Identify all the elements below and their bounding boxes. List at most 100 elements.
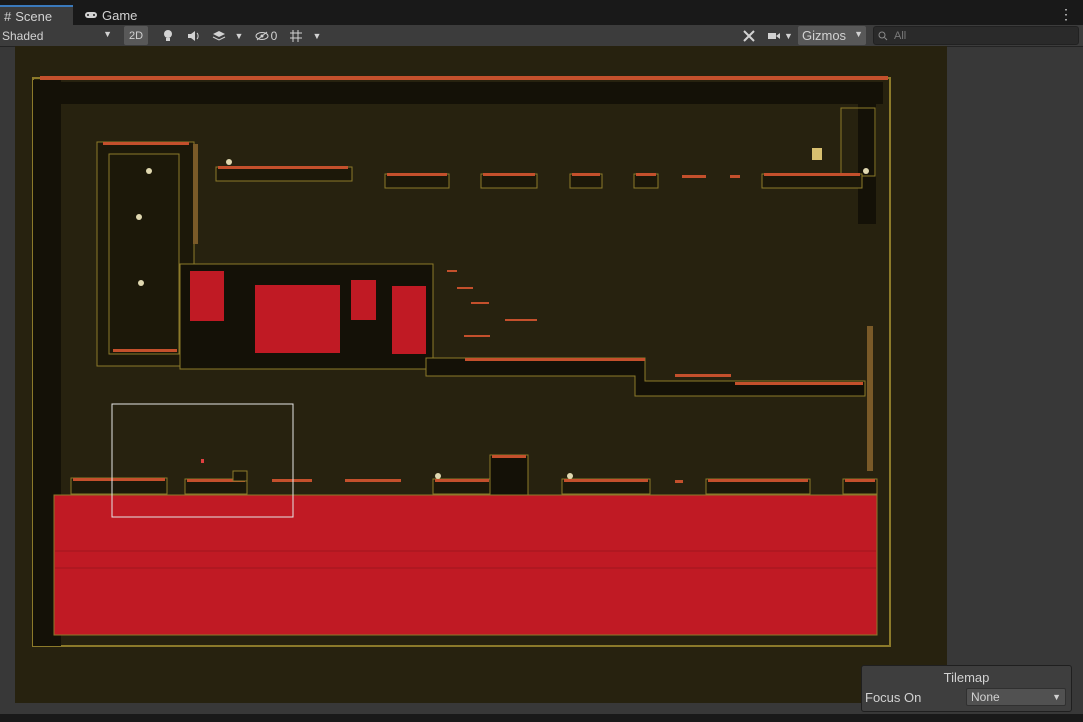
- skull-pickup: [863, 168, 869, 174]
- tab-game-label: Game: [102, 7, 138, 23]
- right-ladder: [867, 326, 873, 471]
- grid-snapping-button[interactable]: [285, 26, 307, 45]
- tower-floor-ledge: [113, 349, 177, 352]
- middle-corridor-ledge: [465, 358, 645, 361]
- grid-dropdown[interactable]: ▼: [310, 26, 324, 45]
- lower-platform-4-edge: [345, 479, 401, 482]
- toggle-2d-button[interactable]: 2D: [124, 26, 148, 45]
- speaker-icon: [188, 30, 199, 41]
- upper-platform-6-edge: [682, 175, 706, 178]
- layers-effects-icon: [212, 30, 226, 41]
- chevron-down-icon: ▼: [312, 30, 322, 41]
- scene-visibility-button[interactable]: 0: [250, 26, 282, 45]
- lower-platform-7-edge: [675, 480, 683, 483]
- gizmos-label: Gizmos: [802, 28, 847, 43]
- upper-platform-4-edge: [572, 173, 600, 176]
- upper-platform-3: [480, 173, 538, 189]
- lower-platform-6-edge: [564, 479, 648, 482]
- tower-top-ledge: [103, 142, 189, 145]
- right-chamber: [858, 104, 876, 224]
- focus-on-dropdown[interactable]: None ▼: [966, 688, 1066, 706]
- tilemap-overlay-panel: Tilemap Focus On None ▼: [861, 665, 1072, 712]
- upper-platform-1-edge: [218, 166, 348, 169]
- lower-block: [232, 470, 248, 482]
- lighting-toggle-button[interactable]: [157, 26, 179, 45]
- toggle-2d-label: 2D: [128, 29, 144, 42]
- lower-platform-8-edge: [708, 479, 808, 482]
- chevron-down-icon: ▼: [1052, 692, 1061, 702]
- lower-platform-9-edge: [845, 479, 875, 482]
- bottom-bar: [0, 714, 1083, 722]
- scene-toolbar: Shaded ▼ 2D ▼ 0 ▼ ▼ Gizmos ▼ All: [0, 25, 1083, 47]
- step-1: [447, 270, 457, 272]
- tools-button[interactable]: [738, 26, 760, 45]
- gizmos-button[interactable]: Gizmos ▼: [798, 26, 866, 45]
- chevron-down-icon: ▼: [784, 30, 793, 41]
- upper-platform-8: [761, 173, 863, 189]
- upper-platform-5-edge: [636, 173, 656, 176]
- gamepad-icon: [84, 8, 98, 23]
- player-sprite: [201, 459, 204, 463]
- lower-platform-5-edge: [435, 479, 489, 482]
- lightbulb-icon: [164, 29, 172, 41]
- ceiling-corridor: [40, 82, 883, 104]
- camera-settings-button[interactable]: ▼: [764, 26, 796, 45]
- tab-game[interactable]: Game: [80, 5, 137, 25]
- grid-snap-icon: [290, 29, 302, 42]
- tools-icon: [743, 29, 755, 42]
- tab-bar: # Scene Game ⋮: [0, 0, 1083, 25]
- grid-icon: #: [4, 8, 12, 24]
- step-4: [505, 319, 537, 321]
- lava-pool-4: [392, 286, 426, 354]
- skull-pickup: [146, 168, 152, 174]
- hidden-eye-icon: [255, 31, 269, 40]
- effects-dropdown[interactable]: ▼: [232, 26, 246, 45]
- skull-pickup: [567, 473, 573, 479]
- skull-pickup: [226, 159, 232, 165]
- chevron-down-icon: ▼: [854, 29, 863, 39]
- search-icon: [878, 31, 888, 40]
- step-5: [464, 335, 490, 337]
- upper-platform-7-edge: [730, 175, 740, 178]
- middle-corridor-ledge-2: [675, 374, 731, 377]
- tower-ladder: [193, 144, 198, 244]
- tab-scene-label: Scene: [15, 8, 53, 24]
- upper-platform-3-edge: [483, 173, 535, 176]
- exit-door-sign: [812, 148, 822, 160]
- upper-platform-8-edge: [764, 173, 860, 176]
- top-edge-platform: [40, 76, 888, 80]
- scene-viewport[interactable]: [15, 46, 947, 703]
- lava-sea: [53, 494, 878, 636]
- skull-pickup: [435, 473, 441, 479]
- tilemap-overlay-title: Tilemap: [943, 670, 990, 685]
- tab-scene[interactable]: # Scene: [0, 5, 73, 25]
- skull-pickup: [136, 214, 142, 220]
- shading-mode-label: Shaded: [2, 28, 44, 43]
- hierarchy-search-input[interactable]: All: [873, 26, 1079, 45]
- lower-pillar: [489, 454, 529, 496]
- focus-on-value: None: [971, 690, 1000, 704]
- upper-platform-2: [384, 173, 450, 189]
- upper-platform-4: [569, 173, 603, 189]
- lava-pool-3: [351, 280, 376, 320]
- upper-platform-5: [633, 173, 659, 189]
- effects-toggle-button[interactable]: [208, 26, 230, 45]
- search-placeholder: All: [894, 29, 907, 42]
- more-options-icon[interactable]: ⋮: [1059, 6, 1073, 23]
- lava-pool-2: [255, 285, 340, 353]
- lower-pillar-edge: [492, 455, 526, 458]
- middle-corridor: [425, 357, 866, 397]
- upper-platform-2-edge: [387, 173, 447, 176]
- upper-platform-1: [215, 166, 353, 182]
- lower-platform-3-edge: [272, 479, 312, 482]
- shading-mode-dropdown[interactable]: Shaded ▼: [0, 26, 116, 45]
- middle-corridor-ledge-3: [735, 382, 863, 385]
- audio-toggle-button[interactable]: [183, 26, 205, 45]
- step-2: [457, 287, 473, 289]
- chevron-down-icon: ▼: [234, 30, 244, 41]
- chevron-down-icon: ▼: [103, 29, 112, 39]
- step-3: [471, 302, 489, 304]
- skull-pickup: [138, 280, 144, 286]
- hidden-objects-count: 0: [270, 28, 278, 43]
- camera-icon: [768, 32, 781, 39]
